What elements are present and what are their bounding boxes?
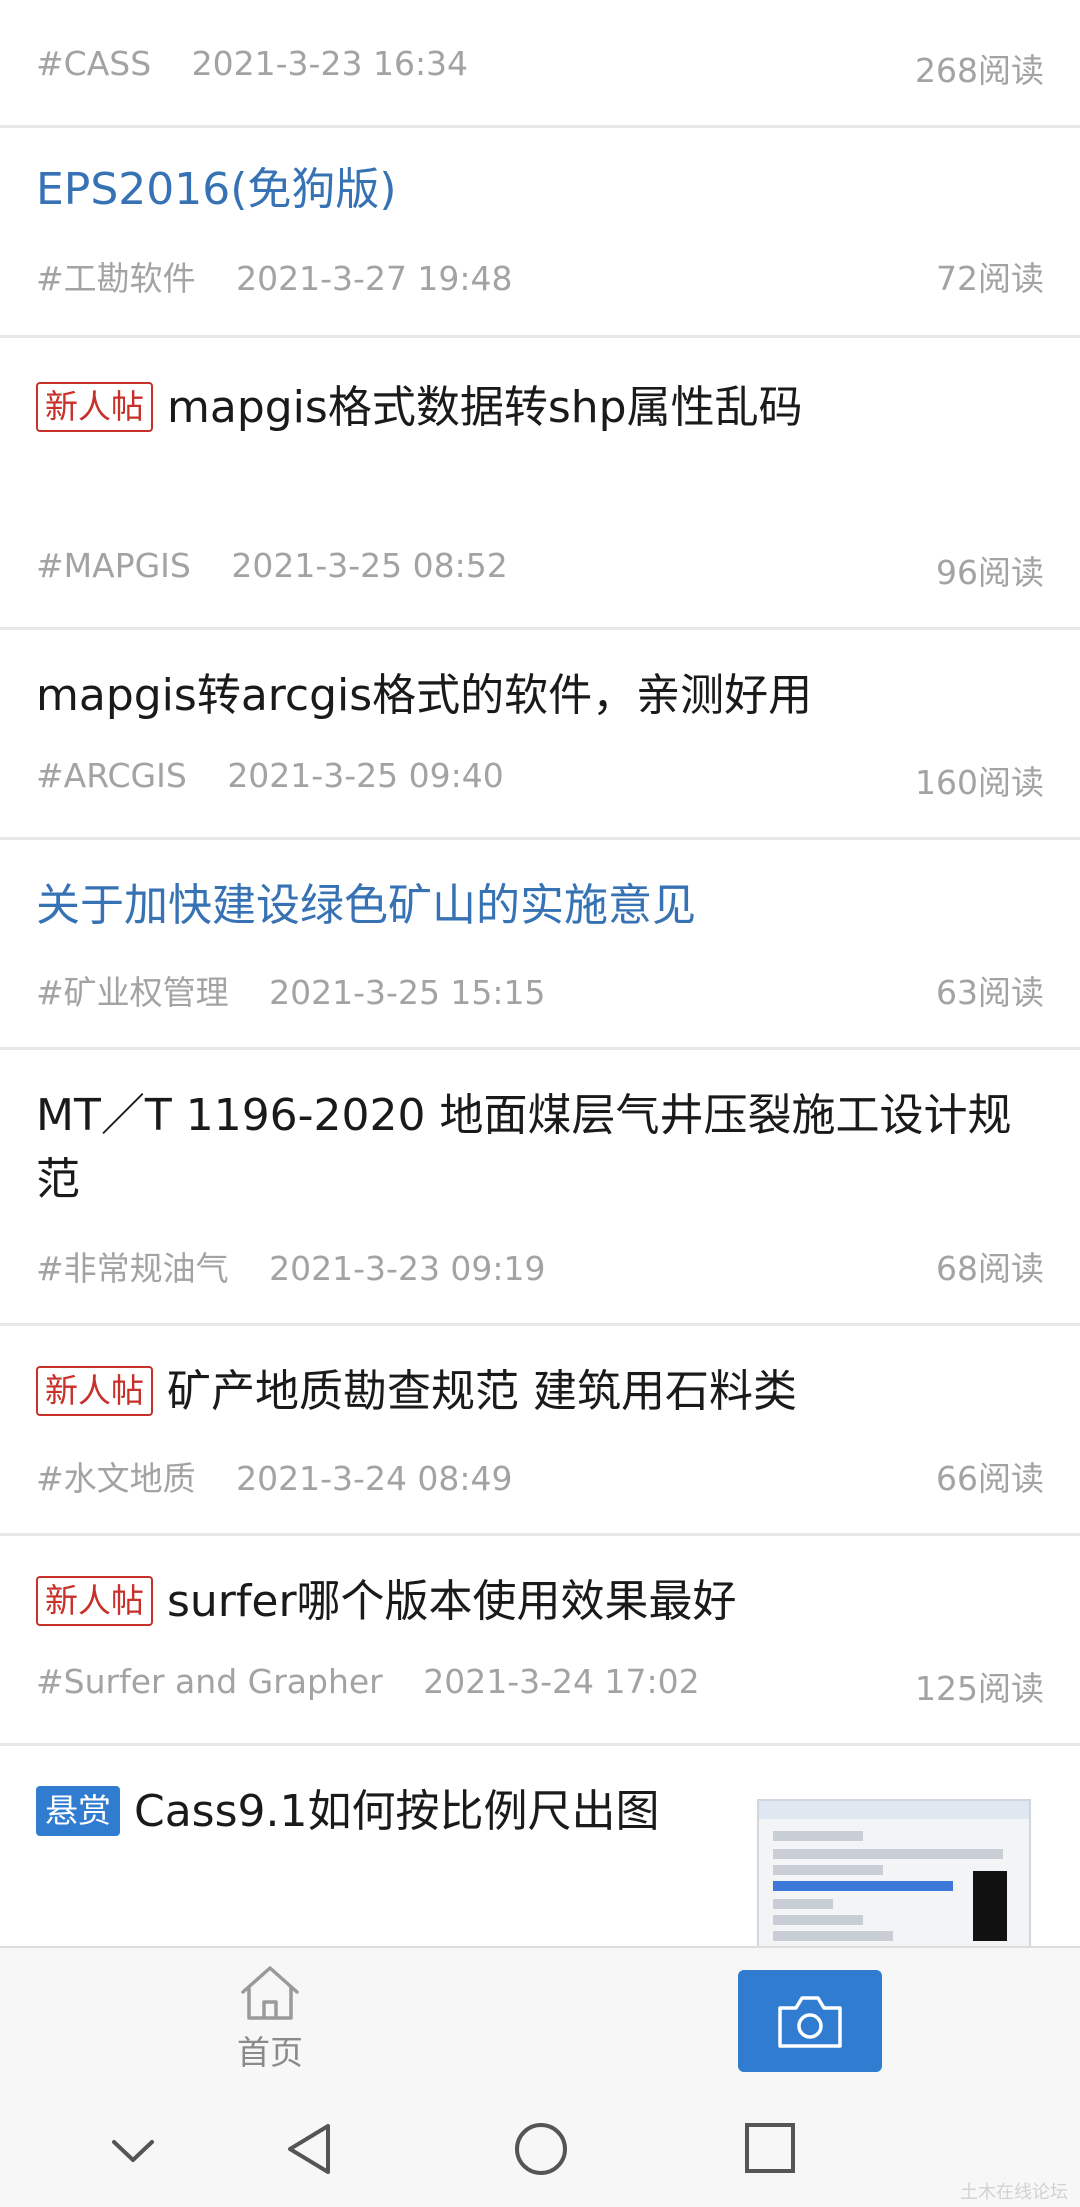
post-meta: #ARCGIS 2021-3-25 09:40 160阅读 [36, 756, 1044, 802]
read-count: 63阅读 [936, 973, 1044, 1012]
new-user-badge: 新人帖 [36, 1576, 153, 1626]
post-time: 2021-3-27 19:48 [236, 259, 513, 298]
post-title-text: 矿产地质勘查规范 建筑用石料类 [167, 1366, 797, 1417]
post-tag[interactable]: #Surfer and Grapher [36, 1662, 383, 1701]
home-circle-icon[interactable] [512, 2120, 570, 2178]
home-tab[interactable]: 首页 [200, 1964, 340, 2084]
post-meta: #水文地质 2021-3-24 08:49 66阅读 [36, 1452, 1044, 1500]
post-item[interactable]: MT／T 1196-2020 地面煤层气井压裂施工设计规范 #非常规油气 202… [0, 1050, 1080, 1326]
post-feed: #CASS 2021-3-23 16:34 268阅读 EPS2016(免狗版)… [0, 0, 1080, 1946]
post-title-text: mapgis格式数据转shp属性乱码 [167, 382, 803, 433]
bottom-navigation: 首页 [0, 1946, 1080, 2094]
post-tag[interactable]: #CASS [36, 44, 151, 83]
post-tag[interactable]: #MAPGIS [36, 546, 191, 585]
post-meta: #MAPGIS 2021-3-25 08:52 96阅读 [36, 546, 1044, 592]
post-time: 2021-3-25 15:15 [269, 973, 546, 1012]
post-title[interactable]: EPS2016(免狗版) [36, 158, 1044, 222]
post-title-text: surfer哪个版本使用效果最好 [167, 1576, 737, 1627]
recents-square-icon[interactable] [742, 2120, 798, 2176]
read-count: 96阅读 [936, 553, 1044, 592]
watermark: 土木在线论坛 [960, 2182, 1068, 2203]
new-user-badge: 新人帖 [36, 1366, 153, 1416]
home-tab-label: 首页 [237, 2033, 303, 2072]
post-title-text: Cass9.1如何按比例尺出图 [134, 1786, 660, 1837]
post-item[interactable]: 悬赏 Cass9.1如何按比例尺出图 [0, 1746, 1080, 1946]
post-meta: #非常规油气 2021-3-23 09:19 68阅读 [36, 1242, 1044, 1290]
camera-button[interactable] [738, 1970, 882, 2072]
post-tag[interactable]: #水文地质 [36, 1459, 196, 1498]
post-tag[interactable]: #矿业权管理 [36, 973, 229, 1012]
post-item[interactable]: EPS2016(免狗版) #工勘软件 2021-3-27 19:48 72阅读 [0, 128, 1080, 338]
read-count: 68阅读 [936, 1249, 1044, 1288]
post-time: 2021-3-25 09:40 [227, 756, 504, 795]
post-title[interactable]: mapgis转arcgis格式的软件，亲测好用 [36, 664, 1044, 728]
post-thumbnail[interactable] [757, 1799, 1031, 1946]
post-tag[interactable]: #ARCGIS [36, 756, 187, 795]
chevron-down-icon[interactable] [108, 2132, 158, 2168]
post-title[interactable]: 新人帖 矿产地质勘查规范 建筑用石料类 [36, 1360, 1044, 1424]
home-icon [241, 1966, 299, 2020]
post-time: 2021-3-25 08:52 [231, 546, 508, 585]
post-time: 2021-3-23 16:34 [191, 44, 469, 83]
post-meta: #矿业权管理 2021-3-25 15:15 63阅读 [36, 966, 1044, 1014]
post-title[interactable]: 悬赏 Cass9.1如何按比例尺出图 [36, 1780, 740, 1844]
post-time: 2021-3-23 09:19 [269, 1249, 546, 1288]
post-meta: #Surfer and Grapher 2021-3-24 17:02 125阅… [36, 1662, 1044, 1708]
read-count: 268阅读 [915, 51, 1044, 90]
read-count: 72阅读 [936, 259, 1044, 298]
post-tag[interactable]: #非常规油气 [36, 1249, 229, 1288]
read-count: 125阅读 [915, 1669, 1044, 1708]
post-item[interactable]: 新人帖 surfer哪个版本使用效果最好 #Surfer and Grapher … [0, 1536, 1080, 1746]
post-title[interactable]: 关于加快建设绿色矿山的实施意见 [36, 874, 1044, 938]
post-item[interactable]: mapgis转arcgis格式的软件，亲测好用 #ARCGIS 2021-3-2… [0, 630, 1080, 840]
post-item[interactable]: 新人帖 矿产地质勘查规范 建筑用石料类 #水文地质 2021-3-24 08:49… [0, 1326, 1080, 1536]
reward-badge: 悬赏 [36, 1786, 120, 1836]
read-count: 160阅读 [915, 763, 1044, 802]
post-time: 2021-3-24 17:02 [423, 1662, 700, 1701]
post-title[interactable]: MT／T 1196-2020 地面煤层气井压裂施工设计规范 [36, 1084, 1044, 1212]
post-title[interactable]: 新人帖 surfer哪个版本使用效果最好 [36, 1570, 1044, 1634]
new-user-badge: 新人帖 [36, 382, 153, 432]
post-meta: #CASS 2021-3-23 16:34 268阅读 [36, 44, 1044, 90]
post-item[interactable]: 关于加快建设绿色矿山的实施意见 #矿业权管理 2021-3-25 15:15 6… [0, 840, 1080, 1050]
read-count: 66阅读 [936, 1459, 1044, 1498]
post-item[interactable]: #CASS 2021-3-23 16:34 268阅读 [0, 0, 1080, 128]
post-meta: #工勘软件 2021-3-27 19:48 72阅读 [36, 252, 1044, 300]
back-icon[interactable] [282, 2120, 336, 2178]
post-item[interactable]: 新人帖 mapgis格式数据转shp属性乱码 #MAPGIS 2021-3-25 … [0, 338, 1080, 630]
camera-icon [778, 1996, 842, 2048]
post-title[interactable]: 新人帖 mapgis格式数据转shp属性乱码 [36, 376, 1044, 440]
post-time: 2021-3-24 08:49 [236, 1459, 513, 1498]
system-navigation-bar: 土木在线论坛 [0, 2092, 1080, 2207]
post-tag[interactable]: #工勘软件 [36, 259, 196, 298]
